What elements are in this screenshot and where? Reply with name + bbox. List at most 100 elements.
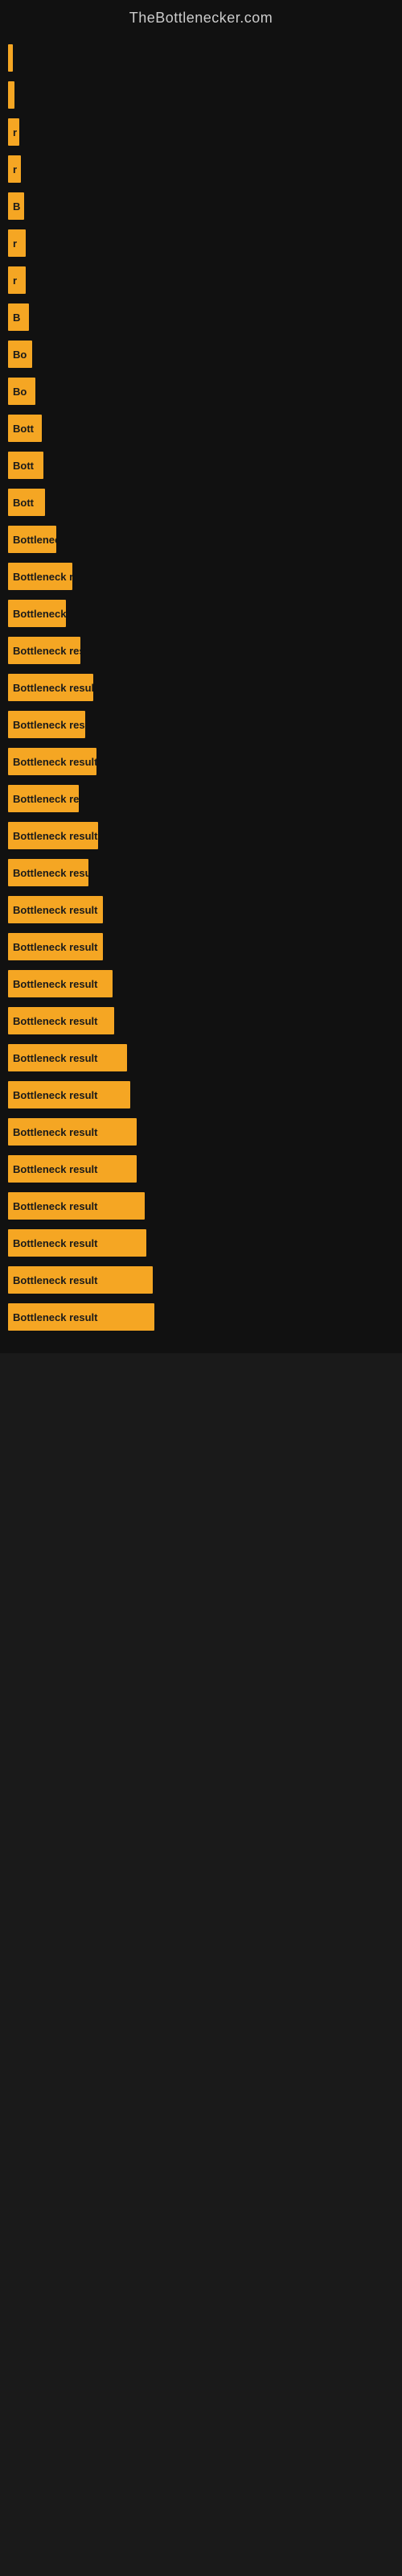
bar-row: Bottleneck re xyxy=(8,782,402,815)
bar-label-25: Bottleneck result xyxy=(13,941,97,953)
bar-label-34: Bottleneck result xyxy=(13,1274,97,1286)
bar-9: Bo xyxy=(8,341,32,368)
bar-row: Bottleneck resu xyxy=(8,856,402,890)
bar-row: Bottleneck resu xyxy=(8,708,402,741)
bar-label-22: Bottleneck result xyxy=(13,830,97,842)
bar-label-21: Bottleneck re xyxy=(13,793,79,805)
bar-16: Bottleneck xyxy=(8,600,66,627)
bar-label-10: Bo xyxy=(13,386,27,398)
bar-row: Bottleneck result xyxy=(8,1152,402,1186)
bar-row: Bottleneck result xyxy=(8,1226,402,1260)
bar-label-12: Bott xyxy=(13,460,34,472)
bar-row: Bo xyxy=(8,374,402,408)
bar-label-30: Bottleneck result xyxy=(13,1126,97,1138)
bar-25: Bottleneck result xyxy=(8,933,103,960)
site-title: TheBottlenecker.com xyxy=(0,0,402,33)
bar-label-13: Bott xyxy=(13,497,34,509)
bar-row: Bottleneck re xyxy=(8,559,402,593)
bar-14: Bottlenec xyxy=(8,526,56,553)
bar-row: B xyxy=(8,189,402,223)
bar-row: Bottleneck resu xyxy=(8,634,402,667)
bar-28: Bottleneck result xyxy=(8,1044,127,1071)
bar-label-23: Bottleneck resu xyxy=(13,867,88,879)
bar-label-28: Bottleneck result xyxy=(13,1052,97,1064)
bar-row: Bottleneck result xyxy=(8,893,402,927)
bar-label-27: Bottleneck result xyxy=(13,1015,97,1027)
bar-label-35: Bottleneck result xyxy=(13,1311,97,1323)
bar-row xyxy=(8,78,402,112)
bar-3: r xyxy=(8,118,19,146)
bar-4: r xyxy=(8,155,21,183)
bar-row: Bottleneck result xyxy=(8,671,402,704)
bar-label-24: Bottleneck result xyxy=(13,904,97,916)
bar-row: Bott xyxy=(8,411,402,445)
bar-row: Bottleneck result xyxy=(8,1041,402,1075)
bar-label-4: r xyxy=(13,163,17,175)
bar-label-6: r xyxy=(13,237,17,250)
bar-row: Bottlenec xyxy=(8,522,402,556)
bar-1 xyxy=(8,44,13,72)
bar-label-11: Bott xyxy=(13,423,34,435)
bar-30: Bottleneck result xyxy=(8,1118,137,1146)
bar-5: B xyxy=(8,192,24,220)
bar-10: Bo xyxy=(8,378,35,405)
bar-label-17: Bottleneck resu xyxy=(13,645,80,657)
bar-15: Bottleneck re xyxy=(8,563,72,590)
bar-27: Bottleneck result xyxy=(8,1007,114,1034)
bar-row: Bottleneck result xyxy=(8,1300,402,1334)
bar-label-3: r xyxy=(13,126,17,138)
bar-23: Bottleneck resu xyxy=(8,859,88,886)
bar-20: Bottleneck result xyxy=(8,748,96,775)
bar-2 xyxy=(8,81,14,109)
bar-row: B xyxy=(8,300,402,334)
bar-row: r xyxy=(8,263,402,297)
bar-label-9: Bo xyxy=(13,349,27,361)
page-container: TheBottlenecker.com r r Br r B Bo Bo Bott Bott Bo… xyxy=(0,0,402,1353)
bar-row: Bo xyxy=(8,337,402,371)
bar-row: Bottleneck result xyxy=(8,1263,402,1297)
bar-label-5: B xyxy=(13,200,20,213)
bar-row: Bottleneck result xyxy=(8,1115,402,1149)
bar-row: Bottleneck result xyxy=(8,1004,402,1038)
bar-label-33: Bottleneck result xyxy=(13,1237,97,1249)
bar-label-15: Bottleneck re xyxy=(13,571,72,583)
bar-label-31: Bottleneck result xyxy=(13,1163,97,1175)
bar-label-19: Bottleneck resu xyxy=(13,719,85,731)
bar-34: Bottleneck result xyxy=(8,1266,153,1294)
bar-row: Bottleneck result xyxy=(8,930,402,964)
bar-label-18: Bottleneck result xyxy=(13,682,93,694)
bar-label-29: Bottleneck result xyxy=(13,1089,97,1101)
bar-row: Bottleneck result xyxy=(8,1078,402,1112)
bar-label-32: Bottleneck result xyxy=(13,1200,97,1212)
bar-row: Bott xyxy=(8,485,402,519)
bar-row xyxy=(8,41,402,75)
bar-row: Bottleneck xyxy=(8,597,402,630)
bar-label-26: Bottleneck result xyxy=(13,978,97,990)
bar-22: Bottleneck result xyxy=(8,822,98,849)
bar-35: Bottleneck result xyxy=(8,1303,154,1331)
bar-row: r xyxy=(8,152,402,186)
bar-row: Bottleneck result xyxy=(8,745,402,778)
bar-6: r xyxy=(8,229,26,257)
bar-row: r xyxy=(8,226,402,260)
bar-26: Bottleneck result xyxy=(8,970,113,997)
bar-17: Bottleneck resu xyxy=(8,637,80,664)
bar-7: r xyxy=(8,266,26,294)
bar-row: Bottleneck result xyxy=(8,819,402,852)
bar-row: Bottleneck result xyxy=(8,967,402,1001)
bar-label-16: Bottleneck xyxy=(13,608,66,620)
bar-label-8: B xyxy=(13,312,20,324)
bar-label-14: Bottlenec xyxy=(13,534,56,546)
bar-33: Bottleneck result xyxy=(8,1229,146,1257)
bar-row: r xyxy=(8,115,402,149)
chart-area: r r Br r B Bo Bo Bott Bott Bott Bottlenec Bottlenec… xyxy=(0,33,402,1353)
bar-13: Bott xyxy=(8,489,45,516)
bar-label-7: r xyxy=(13,275,17,287)
bar-19: Bottleneck resu xyxy=(8,711,85,738)
bar-24: Bottleneck result xyxy=(8,896,103,923)
bar-12: Bott xyxy=(8,452,43,479)
bar-31: Bottleneck result xyxy=(8,1155,137,1183)
bar-18: Bottleneck result xyxy=(8,674,93,701)
bar-row: Bottleneck result xyxy=(8,1189,402,1223)
bar-21: Bottleneck re xyxy=(8,785,79,812)
